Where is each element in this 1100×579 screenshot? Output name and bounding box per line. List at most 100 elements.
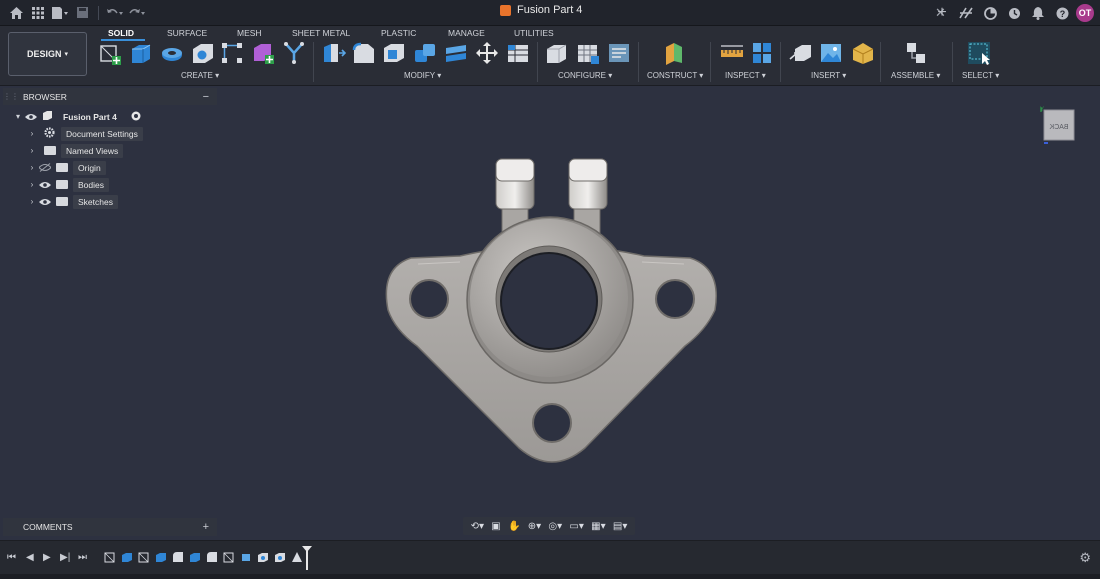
viewports-icon[interactable]: ▤▾ bbox=[613, 521, 627, 532]
timeline-marker-handle[interactable] bbox=[302, 546, 312, 570]
timeline-revolve-icon[interactable] bbox=[240, 551, 252, 563]
zoom-icon[interactable]: ⊕▾ bbox=[528, 521, 541, 532]
add-comment-plus-icon[interactable]: + bbox=[203, 521, 209, 533]
fit-view-icon[interactable]: ◎▾ bbox=[548, 521, 562, 532]
extensions-icon[interactable] bbox=[956, 3, 976, 23]
file-menu-icon[interactable] bbox=[50, 3, 70, 23]
browser-panel-header[interactable]: ⋮⋮ BROWSER − bbox=[3, 88, 217, 105]
shell-icon[interactable] bbox=[382, 41, 406, 65]
timeline-fillet-icon[interactable] bbox=[172, 551, 184, 563]
press-pull-icon[interactable] bbox=[322, 41, 346, 65]
help-icon[interactable]: ? bbox=[1052, 3, 1072, 23]
chevron-right-icon[interactable]: › bbox=[26, 197, 38, 206]
select-icon[interactable] bbox=[967, 41, 991, 65]
timeline-extrude-icon[interactable] bbox=[155, 551, 167, 563]
save-icon[interactable] bbox=[72, 3, 92, 23]
visibility-hidden-eye-icon[interactable] bbox=[38, 163, 52, 173]
notifications-bell-icon[interactable] bbox=[1028, 3, 1048, 23]
chevron-right-icon[interactable]: › bbox=[26, 163, 38, 172]
section-analysis-icon[interactable] bbox=[750, 41, 774, 65]
insert-canvas-icon[interactable] bbox=[819, 41, 843, 65]
tree-item-root-component[interactable]: ▾ Fusion Part 4 bbox=[12, 109, 141, 124]
configuration-rules-icon[interactable] bbox=[607, 41, 631, 65]
collapse-panel-icon[interactable]: − bbox=[203, 91, 209, 103]
viewcube[interactable]: Y BACK bbox=[1040, 106, 1076, 144]
change-parameters-icon[interactable] bbox=[506, 41, 530, 65]
insert-mcmaster-icon[interactable] bbox=[851, 41, 875, 65]
group-assemble[interactable]: ASSEMBLE ▾ bbox=[891, 71, 940, 80]
tree-item-bodies[interactable]: › Bodies bbox=[26, 177, 109, 192]
timeline-sketch-icon[interactable] bbox=[138, 551, 150, 563]
undo-icon[interactable] bbox=[105, 3, 125, 23]
timeline-sketch-icon[interactable] bbox=[104, 551, 116, 563]
redo-icon[interactable] bbox=[127, 3, 147, 23]
comments-panel-header[interactable]: COMMENTS + bbox=[3, 518, 217, 536]
go-to-start-icon[interactable]: ⏮ bbox=[7, 552, 16, 563]
tab-surface[interactable]: SURFACE bbox=[167, 26, 207, 40]
chevron-right-icon[interactable]: › bbox=[26, 180, 38, 189]
tree-item-named-views[interactable]: › Named Views bbox=[26, 143, 124, 158]
timeline-sketch-icon[interactable] bbox=[223, 551, 235, 563]
group-insert[interactable]: INSERT ▾ bbox=[811, 71, 846, 80]
group-create[interactable]: CREATE ▾ bbox=[181, 71, 219, 80]
job-status-icon[interactable] bbox=[980, 3, 1000, 23]
chevron-right-icon[interactable]: › bbox=[26, 129, 38, 138]
revolve-icon[interactable] bbox=[160, 41, 184, 65]
move-copy-icon[interactable] bbox=[475, 41, 499, 65]
tab-solid[interactable]: SOLID bbox=[108, 26, 134, 40]
tab-utilities[interactable]: UTILITIES bbox=[514, 26, 554, 40]
visibility-eye-icon[interactable] bbox=[38, 180, 52, 190]
chevron-down-icon[interactable]: ▾ bbox=[12, 112, 24, 121]
joint-icon[interactable] bbox=[904, 41, 928, 65]
rectangular-pattern-icon[interactable] bbox=[220, 41, 244, 65]
insert-derive-icon[interactable] bbox=[789, 41, 813, 65]
group-configure[interactable]: CONFIGURE ▾ bbox=[558, 71, 612, 80]
group-modify[interactable]: MODIFY ▾ bbox=[404, 71, 441, 80]
go-to-end-icon[interactable]: ⏭ bbox=[78, 552, 87, 563]
timeline-hole-icon[interactable] bbox=[257, 551, 269, 563]
pan-hand-icon[interactable]: ✋ bbox=[508, 521, 520, 532]
tab-manage[interactable]: MANAGE bbox=[448, 26, 485, 40]
new-tab-plus-icon[interactable]: + bbox=[932, 3, 952, 23]
combine-icon[interactable] bbox=[413, 41, 437, 65]
group-construct[interactable]: CONSTRUCT ▾ bbox=[647, 71, 703, 80]
group-inspect[interactable]: INSPECT ▾ bbox=[725, 71, 766, 80]
configure-design-icon[interactable] bbox=[545, 41, 569, 65]
step-back-icon[interactable]: ◀ bbox=[26, 552, 34, 563]
hole-icon[interactable] bbox=[191, 41, 215, 65]
grid-settings-icon[interactable]: ▦▾ bbox=[591, 521, 605, 532]
mounting-hole-bottom[interactable] bbox=[532, 403, 572, 443]
home-icon[interactable] bbox=[6, 3, 26, 23]
offset-plane-icon[interactable] bbox=[663, 41, 687, 65]
mounting-hole-left[interactable] bbox=[409, 279, 449, 319]
tree-item-origin[interactable]: › Origin bbox=[26, 160, 106, 175]
visibility-eye-icon[interactable] bbox=[38, 197, 52, 207]
chevron-right-icon[interactable]: › bbox=[26, 146, 38, 155]
fillet-icon[interactable] bbox=[352, 41, 376, 65]
measure-icon[interactable] bbox=[720, 41, 744, 65]
data-panel-grid-icon[interactable] bbox=[28, 3, 48, 23]
tree-item-sketches[interactable]: › Sketches bbox=[26, 194, 118, 209]
user-avatar[interactable]: OT bbox=[1076, 4, 1094, 22]
look-at-icon[interactable]: ▣ bbox=[491, 521, 500, 532]
tab-plastic[interactable]: PLASTIC bbox=[381, 26, 416, 40]
workspace-switcher-button[interactable]: DESIGN ▾ bbox=[8, 32, 87, 76]
clock-icon[interactable] bbox=[1004, 3, 1024, 23]
bearing-boss[interactable] bbox=[466, 216, 634, 384]
group-select[interactable]: SELECT ▾ bbox=[962, 71, 999, 80]
timeline-hole-icon[interactable] bbox=[274, 551, 286, 563]
form-icon[interactable] bbox=[282, 41, 306, 65]
panel-grip-icon[interactable]: ⋮⋮ bbox=[3, 92, 19, 101]
orbit-icon[interactable]: ⟲▾ bbox=[471, 521, 484, 532]
create-sketch-icon[interactable] bbox=[98, 41, 122, 65]
split-body-icon[interactable] bbox=[444, 41, 468, 65]
mounting-hole-right[interactable] bbox=[655, 279, 695, 319]
step-forward-icon[interactable]: ▶| bbox=[60, 552, 70, 563]
document-tab[interactable]: Fusion Part 4 bbox=[500, 4, 582, 16]
new-component-icon[interactable] bbox=[251, 41, 275, 65]
timeline-extrude-icon[interactable] bbox=[189, 551, 201, 563]
display-settings-icon[interactable]: ▭▾ bbox=[569, 521, 583, 532]
tab-mesh[interactable]: MESH bbox=[237, 26, 262, 40]
timeline-extrude-icon[interactable] bbox=[121, 551, 133, 563]
activate-radio-icon[interactable] bbox=[131, 111, 141, 123]
